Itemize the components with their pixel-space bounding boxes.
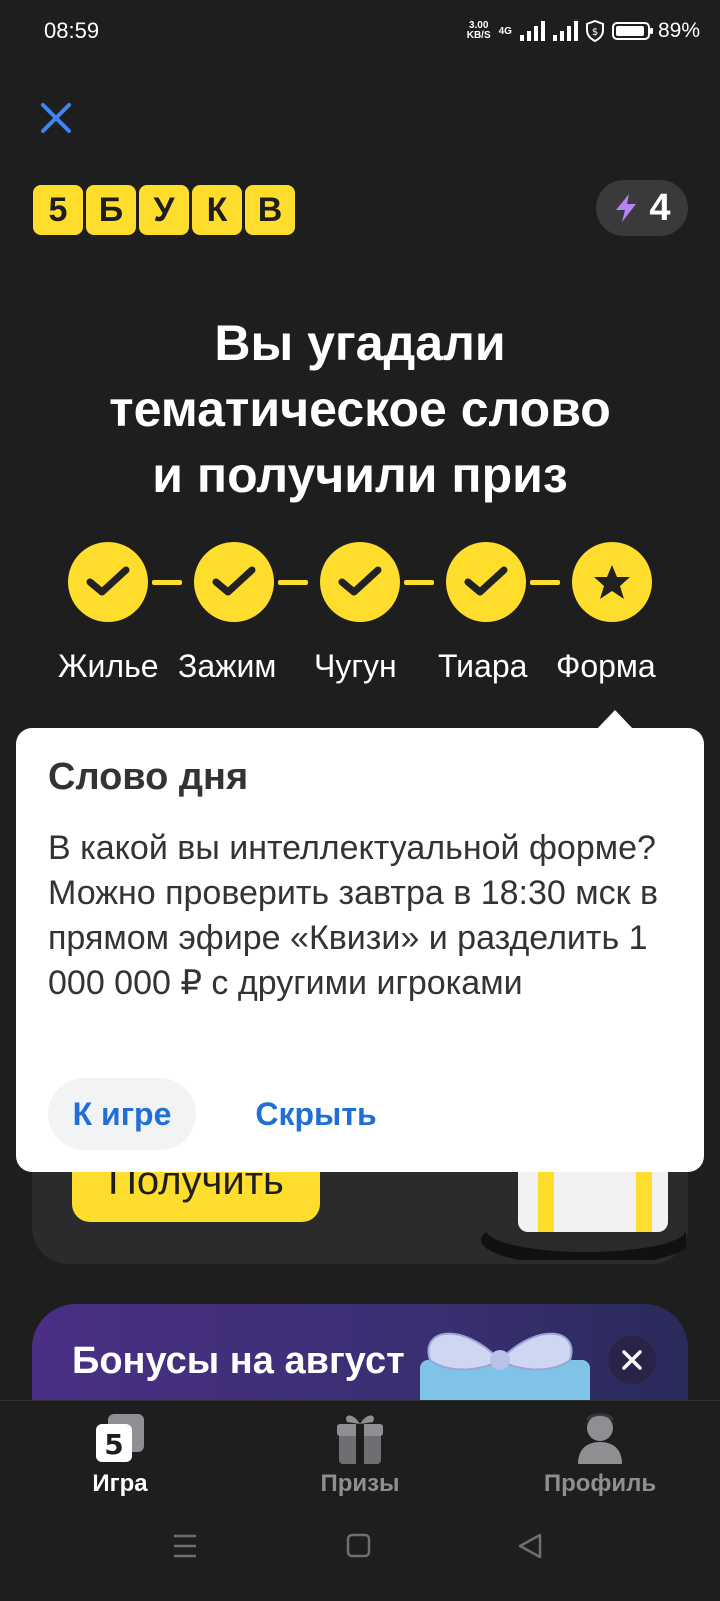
status-bar: 08:59 3.00 KB/S 4G $ 89% xyxy=(0,0,720,64)
check-icon xyxy=(212,566,256,596)
page-title: Вы угадали тематическое слово и получили… xyxy=(109,315,611,503)
progress-word: Форма xyxy=(556,648,656,684)
progress-connector xyxy=(152,580,182,585)
status-time: 08:59 xyxy=(44,18,100,43)
hide-button[interactable]: Скрыть xyxy=(236,1078,396,1150)
logo-tile: У xyxy=(139,185,189,235)
nav-item-prizes[interactable]: Призы xyxy=(280,1412,440,1497)
word-progress xyxy=(68,542,652,622)
popup-title: Слово дня xyxy=(48,756,249,798)
battery-icon xyxy=(611,22,653,40)
popup-pointer xyxy=(596,710,634,730)
status-icons: 3.00 KB/S 4G $ 89% xyxy=(467,16,700,46)
system-navigation-bar xyxy=(0,1520,720,1590)
progress-connector xyxy=(278,580,308,585)
progress-word: Чугун xyxy=(314,648,397,684)
battery-level: 89% xyxy=(657,19,700,42)
check-icon xyxy=(86,566,130,596)
home-icon[interactable] xyxy=(346,1532,372,1560)
shield-icon: $ xyxy=(585,20,604,42)
lightning-icon xyxy=(616,194,637,222)
gift-icon xyxy=(337,1415,383,1464)
back-icon[interactable] xyxy=(516,1532,544,1560)
close-icon xyxy=(622,1350,642,1370)
app-logo: 5 Б У К В xyxy=(33,185,295,235)
progress-labels: Жилье Зажим Чугун Тиара Форма xyxy=(58,648,678,690)
progress-word: Зажим xyxy=(178,648,277,684)
network-speed: 3.00 KB/S xyxy=(466,20,491,41)
network-type: 4G xyxy=(498,25,512,37)
svg-text:$: $ xyxy=(592,27,598,38)
game-icon: 5 xyxy=(96,1414,144,1462)
energy-count: 4 xyxy=(649,186,671,229)
logo-tile: К xyxy=(192,185,242,235)
logo-tile: В xyxy=(245,185,295,235)
menu-icon[interactable] xyxy=(172,1532,198,1560)
progress-step-done xyxy=(320,542,400,622)
close-icon[interactable] xyxy=(38,100,74,136)
progress-step-done xyxy=(68,542,148,622)
nav-item-profile[interactable]: Профиль xyxy=(520,1412,680,1497)
progress-connector xyxy=(530,580,560,585)
nav-item-game[interactable]: 5 Игра xyxy=(40,1412,200,1497)
progress-step-done xyxy=(194,542,274,622)
logo-tile: Б xyxy=(86,185,136,235)
nav-label: Игра xyxy=(92,1470,148,1497)
check-icon xyxy=(338,566,382,596)
progress-step-current xyxy=(572,542,652,622)
bonus-card-title: Бонусы на август xyxy=(72,1340,405,1382)
nav-label: Призы xyxy=(320,1470,400,1497)
gift-ribbon-image xyxy=(420,1332,590,1400)
popup-text: В какой вы интеллектуальной форме? Можно… xyxy=(48,829,659,1002)
logo-tile: 5 xyxy=(33,185,83,235)
profile-icon xyxy=(578,1413,622,1464)
signal-icon-2 xyxy=(552,21,578,41)
check-icon xyxy=(464,566,508,596)
star-icon xyxy=(594,565,630,599)
energy-badge[interactable]: 4 xyxy=(596,180,688,236)
to-game-button[interactable]: К игре xyxy=(48,1078,196,1150)
progress-word: Жилье xyxy=(58,648,159,684)
bonus-close-button[interactable] xyxy=(608,1336,656,1384)
signal-icon xyxy=(519,21,545,41)
nav-label: Профиль xyxy=(543,1470,657,1497)
progress-word: Тиара xyxy=(438,648,528,684)
progress-step-done xyxy=(446,542,526,622)
progress-connector xyxy=(404,580,434,585)
svg-text:5: 5 xyxy=(104,1428,123,1461)
